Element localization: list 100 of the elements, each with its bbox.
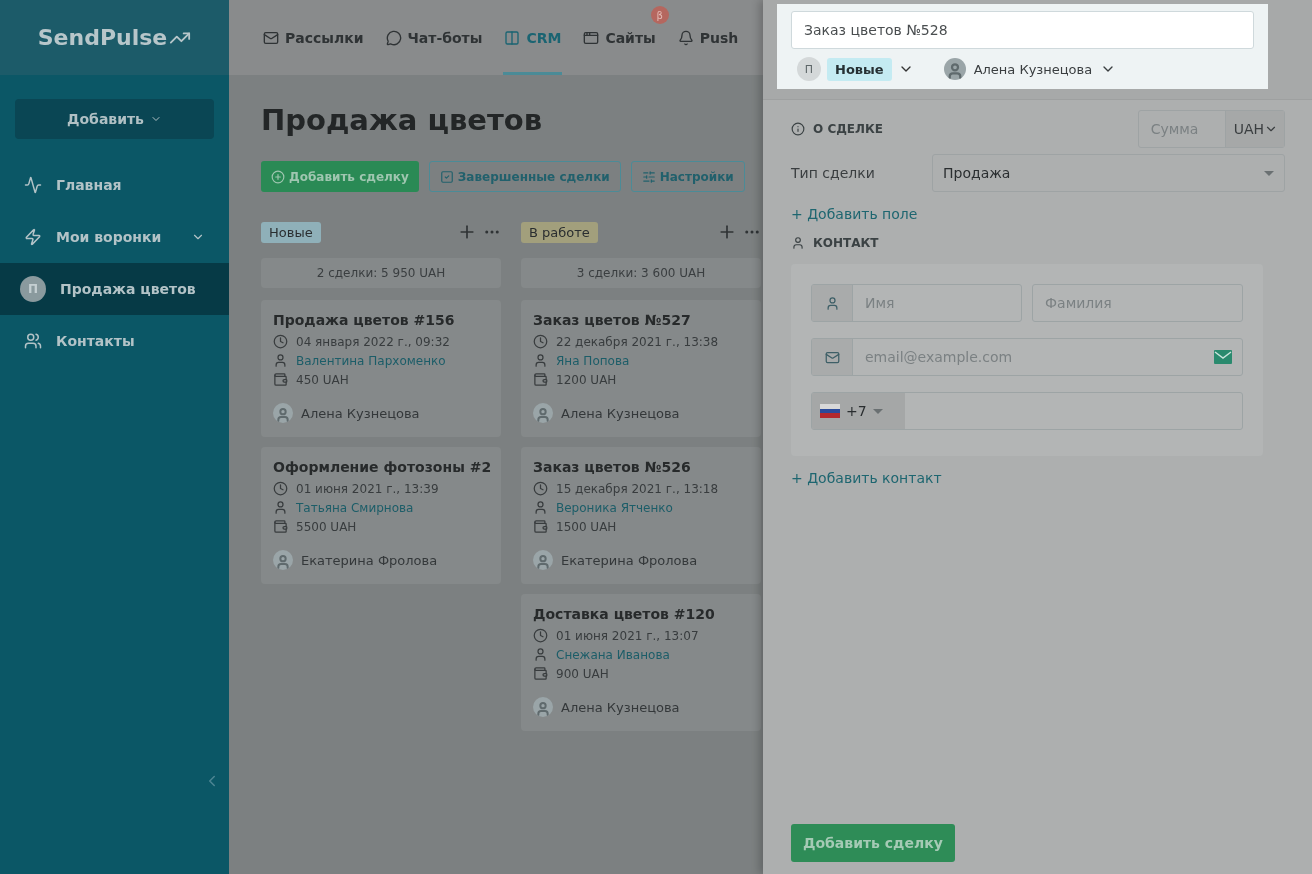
country-code-dropdown[interactable]: +7 (812, 393, 905, 429)
user-icon (791, 236, 805, 250)
beta-badge: β (650, 6, 669, 24)
deal-amount: 5500 UAH (296, 519, 357, 534)
deal-card[interactable]: Заказ цветов №527 22 декабря 2021 г., 13:38 Яна Попова 1200 UAH Алена Кузнецова (521, 300, 761, 437)
sidebar-item[interactable]: Контакты (0, 315, 229, 367)
page-title: Продажа цветов (261, 103, 544, 137)
deal-title-field[interactable]: Заказ цветов №528 (791, 11, 1254, 49)
deal-date: 15 декабря 2021 г., 13:18 (556, 481, 719, 496)
contact-link[interactable]: Татьяна Смирнова (296, 500, 414, 515)
deal-amount: 1500 UAH (556, 519, 617, 534)
deal-date: 04 января 2022 г., 09:32 (296, 334, 450, 349)
user-icon (533, 353, 548, 368)
deal-card[interactable]: Доставка цветов #120 01 июня 2021 г., 13:07 Снежана Иванова 900 UAH Алена Кузнецова (521, 594, 761, 731)
envelope-icon (1214, 350, 1232, 364)
section-title: КОНТАКТ (813, 236, 879, 250)
manager-name: Екатерина Фролова (301, 552, 438, 568)
add-button[interactable]: Добавить (15, 99, 214, 139)
deal-date: 01 июня 2021 г., 13:07 (556, 628, 699, 643)
bell-icon (677, 29, 694, 46)
browser-window-icon (583, 29, 600, 46)
deal-amount: 450 UAH (296, 372, 349, 387)
chart-line-icon (24, 176, 42, 194)
deal-card[interactable]: Заказ цветов №526 15 декабря 2021 г., 13:18 Вероника Ятченко 1500 UAH Екатерина Фролова (521, 447, 761, 584)
mail-icon (263, 29, 279, 46)
clock-icon (533, 334, 548, 349)
deal-amount: 900 UAH (556, 666, 609, 681)
wallet-icon (533, 519, 548, 534)
logo-text: SendPulse (37, 25, 168, 50)
deal-title: Заказ цветов №527 (533, 312, 692, 328)
section-title: О СДЕЛКЕ (813, 122, 884, 136)
deal-type-select[interactable]: Продажа (932, 154, 1285, 192)
deal-title: Оформление фотозоны #2 (273, 459, 489, 475)
email-input-group[interactable]: email@example.com (811, 338, 1243, 376)
users-icon (24, 332, 42, 350)
user-icon (533, 647, 548, 662)
sidebar-item[interactable]: П Продажа цветов (0, 263, 229, 315)
sidebar-label: Контакты (56, 333, 136, 349)
stage-tag: В работе (521, 221, 598, 243)
clock-icon (533, 628, 548, 643)
sliders-icon (641, 169, 656, 184)
wallet-icon (533, 372, 548, 387)
toolbar-button[interactable]: Добавить сделку (261, 161, 419, 192)
avatar-icon (273, 403, 293, 423)
sidebar-item[interactable]: Мои воронки (0, 211, 229, 263)
last-name-field[interactable]: Фамилия (1033, 285, 1242, 321)
user-icon (824, 295, 840, 311)
sidebar-label: Продажа цветов (60, 281, 197, 297)
user-icon (273, 353, 288, 368)
mail-icon (824, 349, 840, 365)
manager-name: Алена Кузнецова (561, 699, 680, 715)
manager-dropdown[interactable]: Алена Кузнецова (939, 58, 1121, 80)
lightning-icon (24, 228, 42, 246)
add-contact-link[interactable]: + Добавить контакт (791, 470, 1285, 486)
clock-icon (273, 481, 288, 496)
sidebar-label: Мои воронки (56, 229, 163, 245)
nav-tab[interactable]: Чат-боты (384, 0, 484, 75)
column-summary: 3 сделки: 3 600 UAH (521, 258, 761, 288)
contact-link[interactable]: Яна Попова (556, 353, 630, 368)
submit-button[interactable]: Добавить сделку (791, 824, 955, 862)
flag-icon (820, 404, 840, 418)
email-field[interactable]: email@example.com (853, 339, 1214, 375)
stage-tag: Новые (261, 221, 321, 243)
nav-tab[interactable]: Рассылки (262, 0, 365, 75)
sidebar-label: Главная (56, 177, 123, 193)
wallet-icon (533, 666, 548, 681)
wallet-icon (273, 372, 288, 387)
manager-name: Екатерина Фролова (561, 552, 698, 568)
contact-link[interactable]: Валентина Пархоменко (296, 353, 446, 368)
deal-title: Доставка цветов #120 (533, 606, 716, 622)
sidebar-item[interactable]: Главная (0, 159, 229, 211)
field-label: Тип сделки (791, 165, 876, 181)
chat-icon (385, 29, 402, 46)
wallet-icon (273, 519, 288, 534)
contact-link[interactable]: Снежана Иванова (556, 647, 670, 662)
currency-dropdown[interactable]: UAH (1224, 111, 1284, 147)
manager-name: Алена Кузнецова (561, 405, 680, 421)
deal-amount: 1200 UAH (556, 372, 617, 387)
stage-dropdown[interactable]: Новые (827, 57, 892, 81)
user-icon (533, 500, 548, 515)
deal-card[interactable]: Продажа цветов #156 04 января 2022 г., 09:32 Валентина Пархоменко 450 UAH Алена Кузнецова (261, 300, 501, 437)
contact-link[interactable]: Вероника Ятченко (556, 500, 673, 515)
avatar-icon (533, 550, 553, 570)
checkbox-icon (439, 169, 454, 184)
avatar-icon (273, 550, 293, 570)
first-name-field[interactable]: Имя (853, 285, 1021, 321)
add-field-link[interactable]: + Добавить поле (791, 206, 1285, 222)
caret-icon (1264, 170, 1274, 176)
avatar-letter: П (20, 276, 46, 302)
first-name-input-group[interactable]: Имя (811, 284, 1022, 322)
deal-title: Заказ цветов №526 (533, 459, 692, 475)
deal-title: Продажа цветов #156 (273, 312, 456, 328)
plus-circle-icon (271, 169, 285, 184)
column-summary: 2 сделки: 5 950 UAH (261, 258, 501, 288)
caret-icon (872, 408, 883, 414)
avatar-icon (533, 697, 553, 717)
clock-icon (533, 481, 548, 496)
phone-field[interactable]: +7 (811, 392, 1243, 430)
deal-card[interactable]: Оформление фотозоны #2 01 июня 2021 г., 13:39 Татьяна Смирнова 5500 UAH Екатерина Фролова (261, 447, 501, 584)
nav-tab[interactable]: Push (676, 0, 740, 75)
